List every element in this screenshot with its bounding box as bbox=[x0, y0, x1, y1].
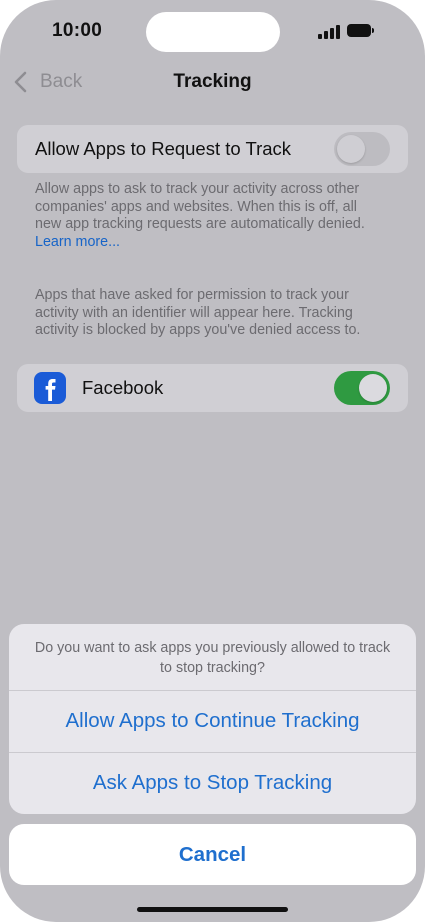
cellular-signal-icon bbox=[318, 25, 340, 39]
toggle-knob bbox=[337, 135, 365, 163]
allow-tracking-row: Allow Apps to Request to Track bbox=[17, 125, 408, 173]
allow-tracking-description: Allow apps to ask to track your activity… bbox=[35, 181, 365, 232]
facebook-icon bbox=[34, 372, 66, 404]
ask-stop-tracking-button[interactable]: Ask Apps to Stop Tracking bbox=[9, 753, 416, 813]
allow-tracking-toggle[interactable] bbox=[334, 132, 390, 166]
battery-icon bbox=[347, 24, 371, 37]
status-time: 10:00 bbox=[52, 20, 103, 41]
app-name-label: Facebook bbox=[82, 377, 164, 398]
dynamic-island bbox=[146, 12, 280, 52]
home-indicator bbox=[137, 907, 288, 912]
learn-more-link[interactable]: Learn more... bbox=[35, 234, 120, 250]
action-sheet: Do you want to ask apps you previously a… bbox=[9, 624, 416, 814]
cancel-button[interactable]: Cancel bbox=[9, 824, 416, 885]
toggle-knob bbox=[359, 374, 387, 402]
allow-tracking-label: Allow Apps to Request to Track bbox=[35, 138, 292, 159]
facebook-tracking-toggle[interactable] bbox=[334, 371, 390, 405]
page-title: Tracking bbox=[173, 71, 252, 92]
allow-continue-tracking-button[interactable]: Allow Apps to Continue Tracking bbox=[9, 691, 416, 751]
action-sheet-message: Do you want to ask apps you previously a… bbox=[34, 640, 391, 676]
allow-tracking-footer: Allow apps to ask to track your activity… bbox=[35, 181, 385, 251]
apps-info-text: Apps that have asked for permission to t… bbox=[35, 287, 361, 338]
phone-screen: 10:00 Back Tracking Allow Apps to Reques… bbox=[0, 0, 425, 922]
app-row-facebook: Facebook bbox=[17, 364, 408, 412]
battery-cap bbox=[372, 28, 374, 33]
